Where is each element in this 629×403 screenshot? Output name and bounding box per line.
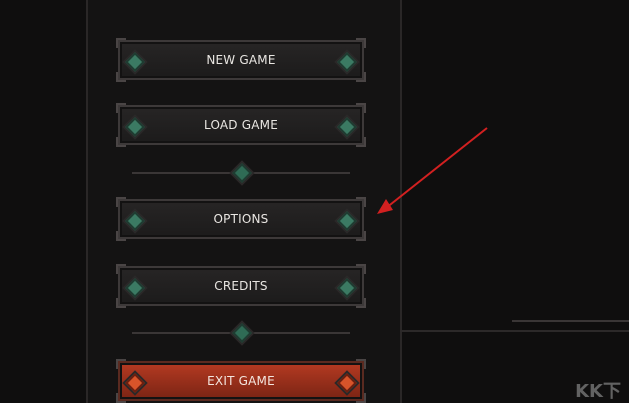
load-game-label: LOAD GAME [204,118,278,132]
watermark-logo: KK下 [575,381,621,402]
arrow-shaft [385,127,488,209]
red-arrow-annotation [377,127,488,214]
arrow-head [377,199,393,214]
options-label: OPTIONS [213,212,269,226]
exit-game-label: EXIT GAME [207,374,275,388]
new-game-label: NEW GAME [206,53,276,67]
credits-label: CREDITS [214,279,268,293]
